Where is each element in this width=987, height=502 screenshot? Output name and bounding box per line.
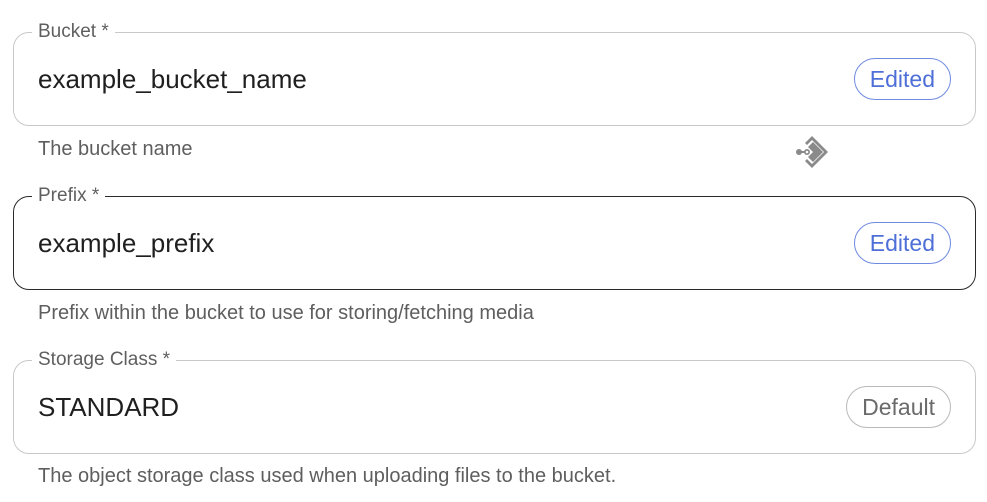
storage-class-default-badge: Default [846, 386, 951, 428]
bucket-input-value[interactable]: example_bucket_name [38, 33, 307, 125]
prefix-input-value[interactable]: example_prefix [38, 197, 214, 289]
prefix-helper-text: Prefix within the bucket to use for stor… [38, 302, 534, 324]
bucket-field[interactable]: Bucket * example_bucket_name Edited [13, 20, 976, 126]
storage-class-helper-text: The object storage class used when uploa… [38, 465, 617, 487]
prefix-field[interactable]: Prefix * example_prefix Edited [13, 184, 976, 290]
prefix-edited-badge: Edited [853, 222, 951, 264]
bucket-edited-badge: Edited [853, 58, 951, 100]
storage-class-input-value[interactable]: STANDARD [38, 361, 179, 453]
bucket-helper-text: The bucket name [38, 138, 193, 160]
git-branch-icon [796, 136, 828, 168]
storage-class-field[interactable]: Storage Class * STANDARD Default [13, 348, 976, 454]
